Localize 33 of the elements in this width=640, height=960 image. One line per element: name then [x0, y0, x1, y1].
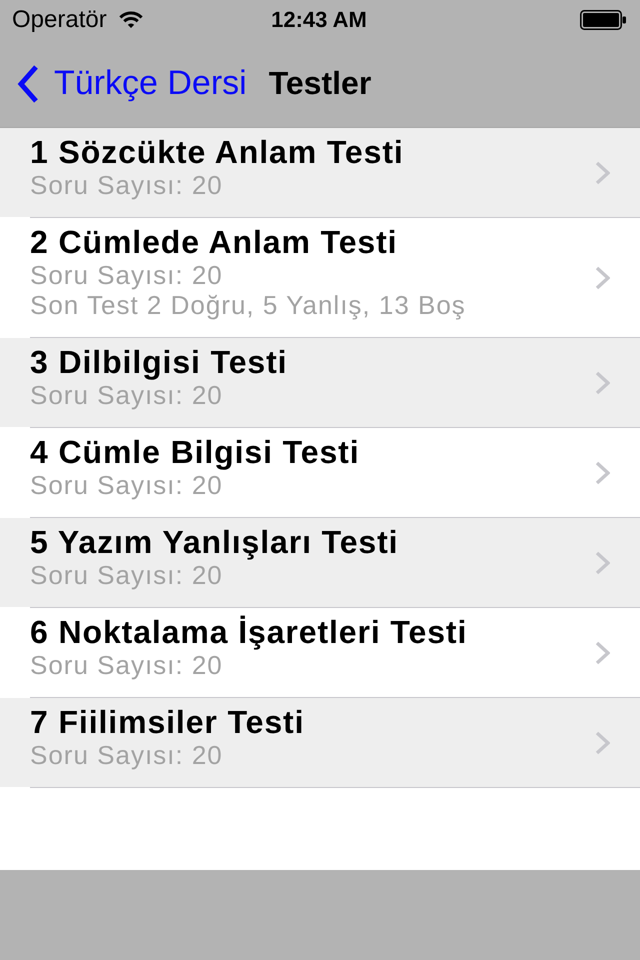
test-list-row[interactable]: 5 Yazım Yanlışları Testi Soru Sayısı: 20 — [0, 518, 640, 607]
chevron-right-icon — [595, 730, 610, 754]
test-title: 4 Cümle Bilgisi Testi — [30, 434, 360, 470]
test-detail: Soru Sayısı: 20 — [30, 380, 223, 410]
test-title: 5 Yazım Yanlışları Testi — [30, 524, 398, 560]
test-list-row[interactable]: 1 Sözcükte Anlam Testi Soru Sayısı: 20 — [0, 128, 640, 217]
chevron-right-icon — [595, 550, 610, 574]
test-detail: Soru Sayısı: 20 — [30, 650, 223, 680]
test-title: 2 Cümlede Anlam Testi — [30, 224, 398, 260]
status-time: 12:43 AM — [271, 7, 367, 33]
test-list-row[interactable]: 7 Fiilimsiler Testi Soru Sayısı: 20 — [0, 698, 640, 787]
test-detail: Soru Sayısı: 20 — [30, 560, 223, 590]
test-title: 7 Fiilimsiler Testi — [30, 704, 304, 740]
test-title: 1 Sözcükte Anlam Testi — [30, 134, 404, 170]
test-detail: Soru Sayısı: 20 — [30, 740, 223, 770]
test-list-row[interactable]: 3 Dilbilgisi Testi Soru Sayısı: 20 — [0, 338, 640, 427]
chevron-right-icon — [595, 640, 610, 664]
chevron-left-icon — [16, 64, 40, 104]
test-title: 3 Dilbilgisi Testi — [30, 344, 288, 380]
test-detail: Soru Sayısı: 20 — [30, 470, 223, 500]
test-detail: Soru Sayısı: 20 — [30, 170, 223, 200]
test-title: 6 Noktalama İşaretleri Testi — [30, 614, 468, 650]
battery-icon — [580, 10, 626, 30]
nav-title: Testler — [268, 65, 372, 102]
chevron-right-icon — [595, 370, 610, 394]
chevron-right-icon — [595, 160, 610, 184]
chevron-right-icon — [595, 460, 610, 484]
carrier-name: Operatör — [12, 6, 107, 34]
chevron-right-icon — [595, 266, 610, 290]
back-button[interactable]: Türkçe Dersi — [16, 62, 247, 106]
wifi-icon — [118, 11, 143, 29]
test-detail: Son Test 2 Doğru, 5 Yanlış, 13 Boş — [30, 290, 466, 320]
test-detail: Soru Sayısı: 20 — [30, 260, 223, 290]
